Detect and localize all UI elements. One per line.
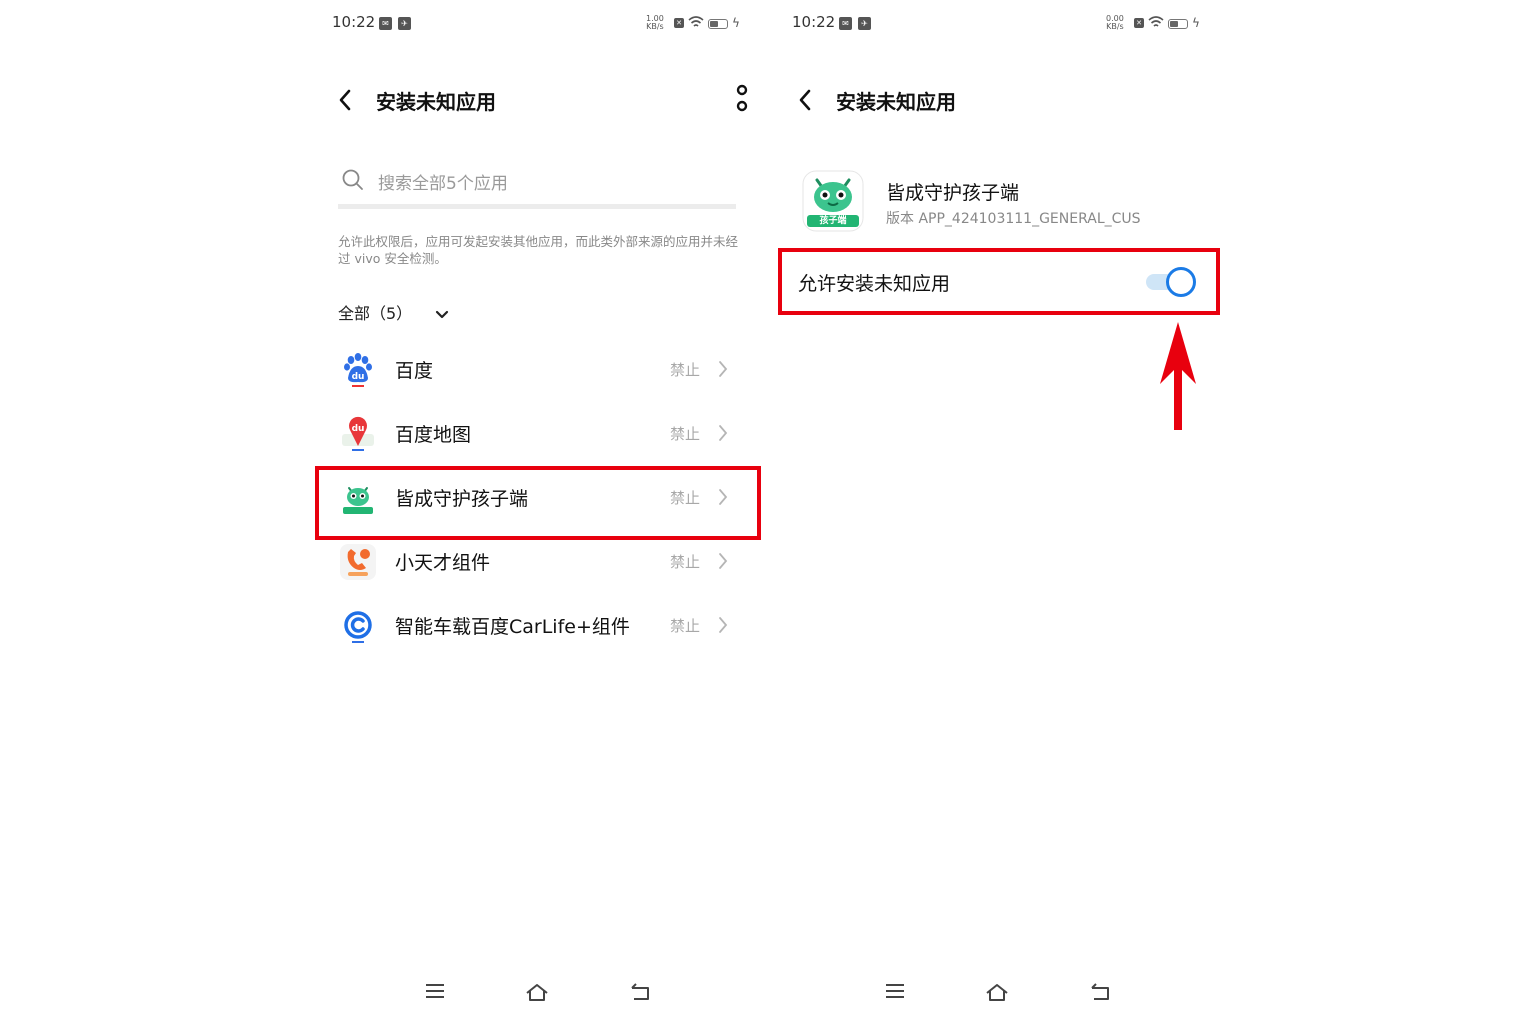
menu-icon[interactable] bbox=[424, 982, 446, 1000]
back-nav-icon[interactable] bbox=[1088, 982, 1112, 1002]
highlight-box bbox=[778, 248, 1220, 315]
search-placeholder: 搜索全部5个应用 bbox=[378, 174, 508, 194]
app-info: 孩子端 皆成守护孩子端 版本 APP_424103111_GENERAL_CUS bbox=[802, 170, 1222, 236]
more-options-icon[interactable] bbox=[734, 84, 750, 114]
app-name: 百度地图 bbox=[395, 424, 472, 446]
list-item[interactable]: 智能车载百度CarLife+组件 禁止 bbox=[318, 594, 758, 658]
search-input[interactable]: 搜索全部5个应用 bbox=[338, 160, 736, 209]
navigation-bar bbox=[318, 982, 768, 1012]
carlife-icon bbox=[344, 611, 372, 643]
filter-label: 全部（5） bbox=[338, 304, 413, 323]
wifi-icon bbox=[1148, 16, 1164, 27]
notification-icon: ✉ bbox=[839, 17, 852, 30]
highlight-box bbox=[315, 466, 761, 540]
back-arrow-icon[interactable] bbox=[798, 89, 812, 111]
page-title: 安装未知应用 bbox=[836, 90, 956, 114]
menu-icon[interactable] bbox=[884, 982, 906, 1000]
list-item[interactable]: du 百度地图 禁止 bbox=[318, 402, 758, 466]
search-icon bbox=[342, 169, 363, 190]
battery-icon bbox=[1168, 19, 1188, 29]
home-icon[interactable] bbox=[984, 982, 1010, 1002]
sim-icon: ✕ bbox=[674, 18, 684, 28]
title-bar: 安装未知应用 bbox=[778, 84, 1228, 118]
notification-icon: ✈ bbox=[858, 17, 871, 30]
chevron-right-icon bbox=[719, 553, 728, 569]
chevron-right-icon bbox=[719, 617, 728, 633]
permission-hint: 允许此权限后，应用可发起安装其他应用，而此类外部来源的应用并未经过 vivo 安… bbox=[338, 234, 739, 266]
title-bar: 安装未知应用 bbox=[318, 84, 768, 118]
xiaotiancai-icon bbox=[340, 544, 376, 580]
notification-icon: ✉ bbox=[379, 17, 392, 30]
permission-state: 禁止 bbox=[670, 617, 701, 635]
permission-state: 禁止 bbox=[670, 361, 701, 379]
filter-dropdown[interactable]: 全部（5） bbox=[338, 300, 449, 324]
baidu-icon: du bbox=[344, 353, 372, 387]
status-time: 10:22 bbox=[332, 13, 376, 31]
chevron-down-icon bbox=[436, 310, 449, 318]
baidu-map-icon: du bbox=[342, 416, 374, 451]
app-version: 版本 APP_424103111_GENERAL_CUS bbox=[886, 211, 1141, 227]
battery-icon bbox=[708, 19, 728, 29]
network-speed: 1.00 KB/s bbox=[646, 14, 664, 31]
home-icon[interactable] bbox=[524, 982, 550, 1002]
svg-text:du: du bbox=[352, 424, 365, 434]
app-name: 智能车载百度CarLife+组件 bbox=[395, 616, 630, 638]
app-name: 小天才组件 bbox=[395, 552, 491, 574]
status-bar: 10:22 ✉ ✈ 1.00 KB/s ✕ ϟ bbox=[332, 13, 754, 37]
back-arrow-icon[interactable] bbox=[338, 89, 352, 111]
chevron-right-icon bbox=[719, 425, 728, 441]
red-arrow-icon bbox=[1160, 322, 1196, 430]
sim-icon: ✕ bbox=[1134, 18, 1144, 28]
page-title: 安装未知应用 bbox=[376, 90, 496, 114]
status-bar: 10:22 ✉ ✈ 0.00 KB/s ✕ ϟ bbox=[792, 13, 1214, 37]
network-speed: 0.00 KB/s bbox=[1106, 14, 1124, 31]
list-item[interactable]: du 百度 禁止 bbox=[318, 338, 758, 402]
app-permission-screen: 10:22 ✉ ✈ 0.00 KB/s ✕ ϟ 安装未知应用 孩子端 皆成守护孩… bbox=[778, 0, 1228, 1024]
back-nav-icon[interactable] bbox=[628, 982, 652, 1002]
svg-text:du: du bbox=[352, 372, 365, 382]
chevron-right-icon bbox=[719, 361, 728, 377]
permission-state: 禁止 bbox=[670, 553, 701, 571]
icon-caption: 孩子端 bbox=[819, 216, 847, 226]
permission-state: 禁止 bbox=[670, 425, 701, 443]
app-name: 百度 bbox=[395, 360, 434, 382]
status-time: 10:22 bbox=[792, 13, 836, 31]
notification-icon: ✈ bbox=[398, 17, 411, 30]
charging-icon: ϟ bbox=[732, 16, 740, 30]
wifi-icon bbox=[688, 16, 704, 27]
charging-icon: ϟ bbox=[1192, 16, 1200, 30]
app-name: 皆成守护孩子端 bbox=[886, 182, 1020, 204]
navigation-bar bbox=[778, 982, 1228, 1012]
